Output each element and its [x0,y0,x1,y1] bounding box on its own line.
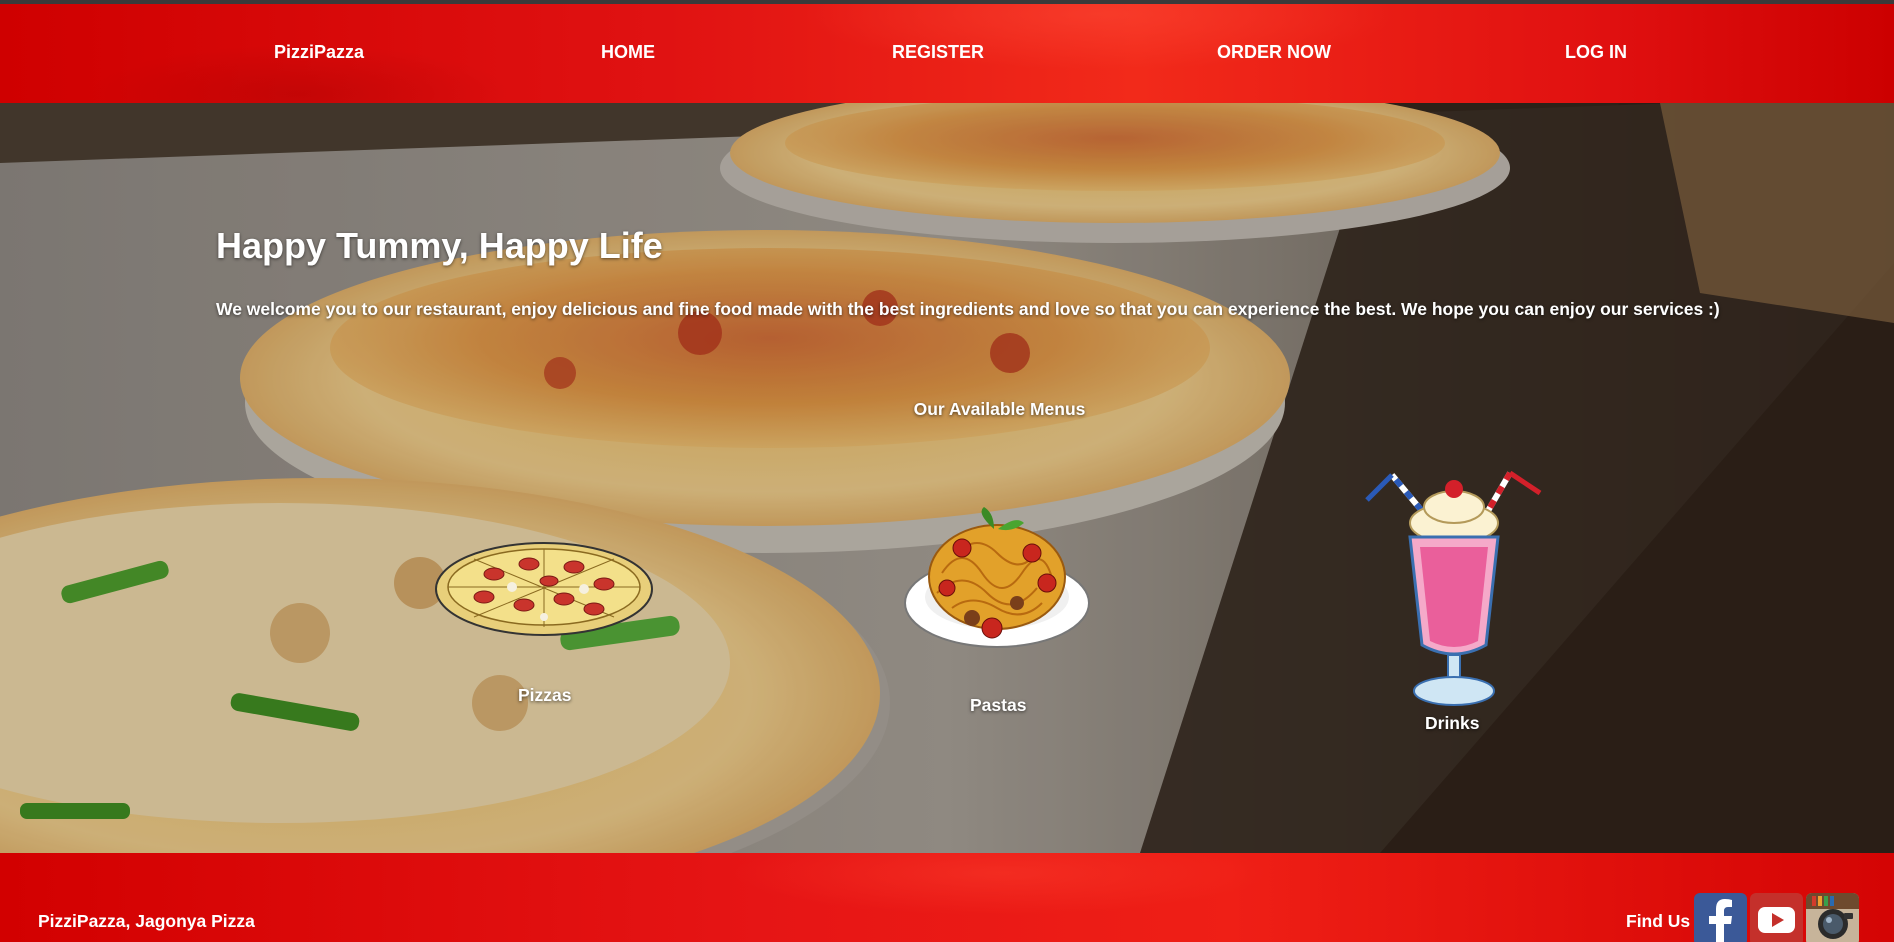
find-us-label: Find Us [1626,911,1691,931]
pizza-icon [435,542,653,636]
nav-order-now-link[interactable]: ORDER NOW [1217,42,1331,63]
youtube-icon[interactable] [1750,893,1803,942]
nav-log-in-link[interactable]: LOG IN [1565,42,1627,63]
menu-label-pizzas: Pizzas [518,685,572,705]
pasta-icon [904,507,1090,648]
menu-label-pastas: Pastas [970,695,1027,715]
nav-home-link[interactable]: HOME [601,42,655,63]
facebook-icon[interactable] [1694,893,1747,942]
hero-intro-text: We welcome you to our restaurant, enjoy … [216,299,1720,319]
nav-register-link[interactable]: REGISTER [892,42,984,63]
nav-brand-link[interactable]: PizziPazza [274,42,364,63]
hero-background-image [0,103,1894,853]
milkshake-icon [1365,470,1542,706]
menu-item-pastas[interactable]: Pastas [902,503,1092,715]
menu-item-pizzas[interactable]: Pizzas [434,539,654,705]
menus-section-title: Our Available Menus [913,399,1086,419]
footer-brand-text: PizziPazza, Jagonya Pizza [38,911,255,931]
hero-section: Happy Tummy, Happy Life We welcome you t… [0,103,1894,853]
menu-item-drinks[interactable]: Drinks [1362,465,1548,735]
hero-headline: Happy Tummy, Happy Life [216,225,663,266]
top-navbar: PizziPazza HOME REGISTER ORDER NOW LOG I… [0,4,1894,103]
instagram-icon[interactable] [1806,893,1859,942]
menu-label-drinks: Drinks [1425,713,1480,733]
footer: PizziPazza, Jagonya Pizza Find Us [0,853,1894,942]
